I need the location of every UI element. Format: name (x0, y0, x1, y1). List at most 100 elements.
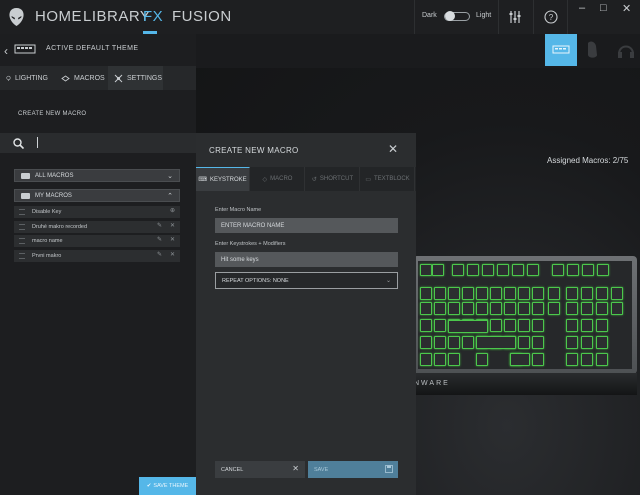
delete-x-icon[interactable]: ✕ (170, 222, 175, 229)
drag-handle-icon[interactable] (19, 253, 25, 259)
minimize-button[interactable]: – (579, 2, 585, 14)
keyboard-key (462, 287, 474, 300)
macro-row[interactable]: Disable Key ⊕ (14, 206, 180, 218)
keyboard-key (596, 319, 608, 332)
headset-device-icon[interactable] (617, 40, 635, 60)
group-my-macros[interactable]: MY MACROS ⌃ (14, 189, 180, 202)
keyboard-key (581, 319, 593, 332)
macro-icon: ◇ (262, 176, 268, 183)
keyboard-key (581, 287, 593, 300)
theme-toggle-knob[interactable] (445, 11, 455, 21)
keyboard-key (420, 264, 432, 276)
group-all-label: ALL MACROS (35, 172, 74, 179)
keyboard-key (532, 287, 544, 300)
delete-x-icon[interactable]: ✕ (170, 236, 175, 243)
save-theme-button[interactable]: ✔ SAVE THEME (139, 477, 196, 495)
keystrokes-label: Enter Keystrokes + Modifiers (215, 241, 286, 247)
keyboard-key (448, 336, 460, 349)
mouse-device-icon[interactable] (585, 40, 599, 60)
nav-fx[interactable]: FX (143, 8, 163, 25)
tab-textblock[interactable]: ▭ TEXTBLOCK (361, 167, 415, 191)
device-keyboard-icon (14, 44, 36, 54)
tab-macro-label: MACRO (270, 176, 293, 182)
macro-name: Prvni makro (32, 253, 62, 259)
keyboard-key (548, 302, 560, 315)
tab-macro[interactable]: ◇ MACRO (251, 167, 305, 191)
assigned-macros-count: Assigned Macros: 2/75 (547, 156, 629, 165)
chevron-down-icon[interactable]: ⌄ (167, 172, 173, 180)
close-window-button[interactable]: ✕ (622, 2, 631, 15)
macro-name-input[interactable]: ENTER MACRO NAME (215, 218, 398, 233)
nav-library[interactable]: LIBRARY (83, 8, 150, 25)
nav-home[interactable]: HOME (35, 8, 82, 25)
search-input[interactable] (0, 133, 196, 153)
tab-keystroke[interactable]: ⌨ KEYSTROKE (196, 167, 250, 191)
drag-handle-icon[interactable] (19, 238, 25, 244)
keyboard-icon: ⌨ (198, 177, 207, 183)
cancel-label: CANCEL (221, 466, 244, 473)
edit-pencil-icon[interactable]: ✎ (157, 251, 162, 258)
macro-name: Druhé makro recorded (32, 224, 88, 230)
nav-fusion[interactable]: FUSION (172, 8, 232, 25)
keyboard-brand-text: NWARE (414, 380, 450, 387)
keyboard-key (596, 287, 608, 300)
folder-icon (21, 193, 30, 199)
keyboard-key (518, 336, 530, 349)
equalizer-settings-icon[interactable] (507, 9, 523, 25)
macro-row[interactable]: Druhé makro recorded ✎ ✕ (14, 221, 180, 233)
maximize-button[interactable]: □ (600, 2, 607, 14)
save-disk-icon (385, 465, 393, 473)
bulb-icon (6, 75, 11, 81)
macro-row[interactable]: macro name ✎ ✕ (14, 235, 180, 247)
keyboard-key (581, 302, 593, 315)
save-button[interactable]: SAVE (308, 461, 398, 478)
edit-pencil-icon[interactable]: ✎ (157, 236, 162, 243)
keyboard-key (566, 302, 578, 315)
device-selected-keyboard[interactable] (545, 34, 577, 66)
group-all-macros[interactable]: ALL MACROS ⌄ (14, 169, 180, 182)
keyboard-key (434, 319, 446, 332)
tab-settings[interactable]: SETTINGS (108, 66, 163, 90)
chevron-up-icon[interactable]: ⌃ (167, 192, 173, 200)
help-icon[interactable]: ? (543, 9, 559, 25)
keystrokes-input[interactable]: Hit some keys (215, 252, 398, 267)
delete-x-icon[interactable]: ✕ (170, 251, 175, 258)
keyboard-device-icon (552, 45, 570, 54)
svg-text:?: ? (549, 13, 554, 22)
tab-lighting[interactable]: LIGHTING (0, 66, 48, 90)
divider (498, 0, 499, 34)
macro-name: Disable Key (32, 209, 62, 215)
macro-row[interactable]: Prvni makro ✎ ✕ (14, 250, 180, 262)
drag-handle-icon[interactable] (19, 209, 25, 215)
keyboard-key (434, 302, 446, 315)
cancel-button[interactable]: CANCEL ✕ (215, 461, 305, 478)
alienware-logo-icon[interactable] (8, 7, 25, 27)
repeat-options-select[interactable]: REPEAT OPTIONS: NONE ⌄ (215, 272, 398, 289)
keyboard-key (566, 319, 578, 332)
divider (567, 0, 568, 34)
macro-name-placeholder: ENTER MACRO NAME (221, 222, 285, 229)
drag-handle-icon[interactable] (19, 224, 25, 230)
keyboard-key (596, 353, 608, 366)
macro-name: macro name (32, 238, 63, 244)
save-label: SAVE (314, 466, 329, 473)
back-arrow-icon[interactable]: ‹ (4, 44, 8, 58)
chevron-down-icon: ⌄ (385, 278, 391, 284)
textblock-icon: ▭ (365, 176, 371, 183)
keyboard-key (462, 336, 474, 349)
keyboard-key (434, 353, 446, 366)
edit-pencil-icon[interactable]: ✎ (157, 222, 162, 229)
keyboard-key (504, 302, 516, 315)
keyboard-key (448, 287, 460, 300)
keyboard-key (420, 302, 432, 315)
keyboard-key (518, 319, 530, 332)
close-icon[interactable]: ✕ (388, 142, 398, 156)
search-icon[interactable] (13, 138, 24, 149)
tab-shortcut[interactable]: ↺ SHORTCUT (306, 167, 360, 191)
keyboard-key (566, 287, 578, 300)
keyboard-key (582, 264, 594, 276)
keyboard-key (476, 336, 516, 349)
tab-macros[interactable]: MACROS (55, 66, 105, 90)
add-circle-icon[interactable]: ⊕ (170, 207, 175, 214)
divider (533, 0, 534, 34)
